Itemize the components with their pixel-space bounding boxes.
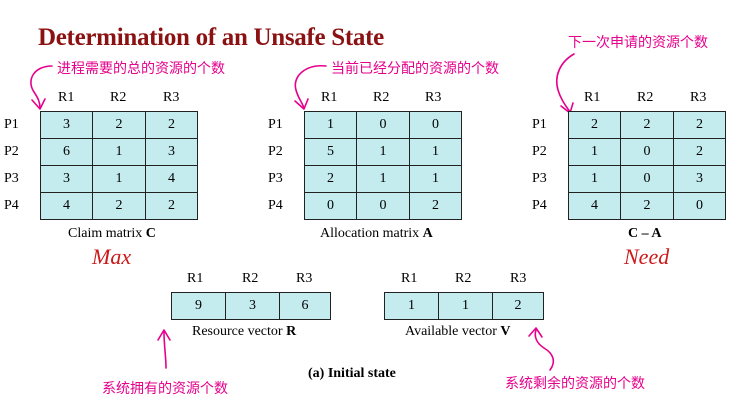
col-header-r1: R1 (321, 90, 338, 105)
claim-symbol: C (145, 226, 156, 241)
claim-cell: 1 (92, 165, 146, 193)
allocation-cell: 2 (409, 192, 462, 220)
available-symbol: V (500, 324, 511, 339)
claim-cell: 4 (40, 192, 93, 220)
available-cell: 1 (438, 292, 493, 320)
resource-caption: Resource vector R (192, 324, 296, 340)
col-header-r2: R2 (373, 90, 390, 105)
resource-cell: 3 (225, 292, 280, 320)
col-header-r3: R3 (163, 90, 180, 105)
allocation-caption: Allocation matrix A (320, 226, 433, 242)
need-cell: 0 (620, 165, 674, 193)
max-label: Max (92, 244, 132, 269)
allocation-cell: 1 (356, 165, 410, 193)
need-arrow (556, 53, 575, 114)
col-header-r2: R2 (455, 271, 472, 286)
need-cell: 3 (673, 165, 726, 193)
need-cell: 4 (568, 192, 621, 220)
col-header-r3: R3 (510, 271, 527, 286)
row-header-p3: P3 (268, 171, 283, 186)
need-cell: 2 (673, 111, 726, 139)
available-cell: 1 (384, 292, 439, 320)
allocation-cell: 2 (304, 165, 357, 193)
allocation-cell: 0 (356, 192, 410, 220)
claim-cell: 2 (145, 192, 198, 220)
col-header-r2: R2 (637, 90, 654, 105)
claim-caption-text: Claim matrix (68, 226, 146, 241)
allocation-caption-text: Allocation matrix (320, 226, 423, 241)
col-header-r1: R1 (401, 271, 418, 286)
row-header-p1: P1 (532, 117, 547, 132)
need-cell: 2 (568, 111, 621, 139)
need-symbol: C – A (628, 226, 662, 241)
claim-cell: 3 (145, 138, 198, 166)
need-caption: C – A (628, 226, 661, 242)
allocation-cell: 1 (409, 138, 462, 166)
resource-cell: 6 (279, 292, 331, 320)
available-arrow (528, 327, 555, 371)
allocation-cell: 0 (409, 111, 462, 139)
row-header-p1: P1 (268, 117, 283, 132)
claim-cell: 6 (40, 138, 93, 166)
allocation-cell: 0 (304, 192, 357, 220)
claim-cell: 3 (40, 165, 93, 193)
need-cell: 2 (673, 138, 726, 166)
claim-cell: 2 (92, 111, 146, 139)
need-label: Need (624, 244, 670, 269)
resource-caption-text: Resource vector (192, 324, 287, 339)
need-cell: 2 (620, 111, 674, 139)
row-header-p3: P3 (4, 171, 19, 186)
row-header-p2: P2 (532, 144, 547, 159)
available-caption-text: Available vector (405, 324, 501, 339)
col-header-r3: R3 (690, 90, 707, 105)
col-header-r1: R1 (187, 271, 204, 286)
need-cell: 2 (620, 192, 674, 220)
allocation-cell: 1 (356, 138, 410, 166)
row-header-p1: P1 (4, 117, 19, 132)
allocation-cell: 1 (304, 111, 357, 139)
claim-cell: 2 (145, 111, 198, 139)
claim-cell: 1 (92, 138, 146, 166)
need-cell: 1 (568, 165, 621, 193)
claim-cell: 2 (92, 192, 146, 220)
allocation-symbol: A (422, 226, 433, 241)
need-cell: 1 (568, 138, 621, 166)
row-header-p2: P2 (4, 144, 19, 159)
col-header-r3: R3 (296, 271, 313, 286)
claim-arrow (30, 65, 53, 110)
col-header-r1: R1 (584, 90, 601, 105)
col-header-r1: R1 (58, 90, 75, 105)
footer-caption: (a) Initial state (308, 366, 396, 381)
col-header-r2: R2 (242, 271, 259, 286)
allocation-cell: 0 (356, 111, 410, 139)
need-cell: 0 (620, 138, 674, 166)
allocation-cell: 1 (409, 165, 462, 193)
row-header-p4: P4 (4, 198, 19, 213)
claim-caption: Claim matrix C (68, 226, 156, 242)
resource-arrow (157, 329, 171, 369)
claim-cell: 4 (145, 165, 198, 193)
need-cell: 0 (673, 192, 726, 220)
col-header-r2: R2 (110, 90, 127, 105)
row-header-p4: P4 (532, 198, 547, 213)
available-caption: Available vector V (405, 324, 511, 340)
col-header-r3: R3 (425, 90, 442, 105)
available-cell: 2 (492, 292, 544, 320)
resource-cell: 9 (171, 292, 226, 320)
claim-cell: 3 (40, 111, 93, 139)
row-header-p4: P4 (268, 198, 283, 213)
resource-symbol: R (286, 324, 297, 339)
allocation-cell: 5 (304, 138, 357, 166)
row-header-p2: P2 (268, 144, 283, 159)
row-header-p3: P3 (532, 171, 547, 186)
